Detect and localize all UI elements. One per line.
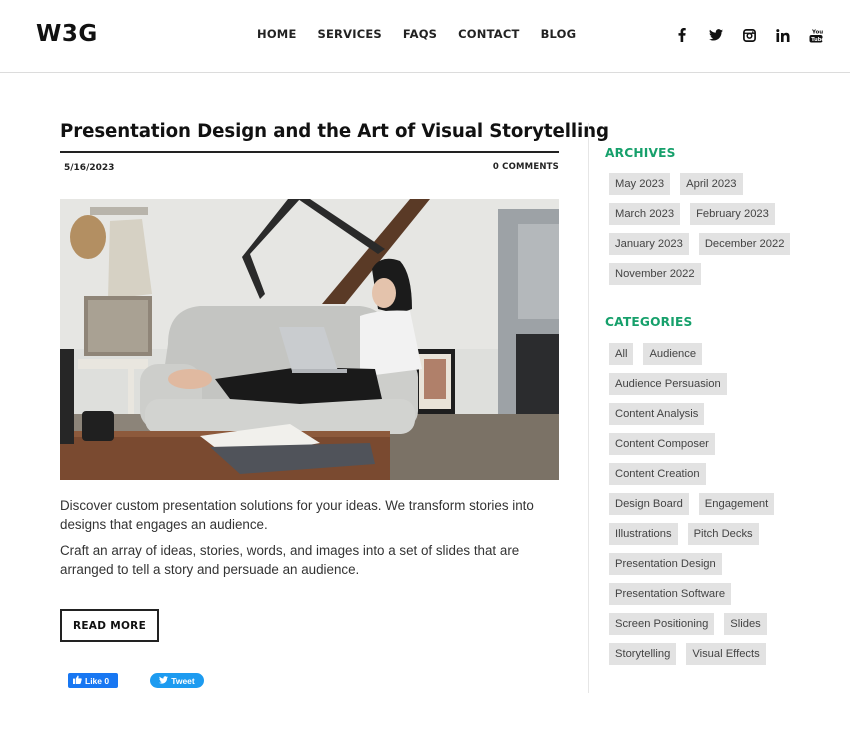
social-links: YouTube bbox=[672, 25, 840, 45]
category-link-content-creation[interactable]: Content Creation bbox=[609, 463, 706, 485]
excerpt-paragraph: Craft an array of ideas, stories, words,… bbox=[60, 543, 520, 577]
category-link-all[interactable]: All bbox=[609, 343, 634, 365]
archive-link-february-2023[interactable]: February 2023 bbox=[690, 203, 775, 225]
twitter-bird-icon bbox=[159, 675, 169, 686]
excerpt-paragraph: Discover custom presentation solutions f… bbox=[60, 498, 534, 532]
svg-text:Tube: Tube bbox=[811, 36, 823, 42]
category-link-content-composer[interactable]: Content Composer bbox=[609, 433, 715, 455]
nav-home[interactable]: HOME bbox=[257, 27, 297, 41]
category-link-illustrations[interactable]: Illustrations bbox=[609, 523, 678, 545]
comments-link[interactable]: 0 COMMENTS bbox=[493, 162, 559, 172]
category-link-design-board[interactable]: Design Board bbox=[609, 493, 689, 515]
read-more-button[interactable]: READ MORE bbox=[60, 609, 159, 642]
archives-list: May 2023 April 2023 March 2023 February 202… bbox=[609, 173, 809, 285]
category-link-screen-positioning[interactable]: Screen Positioning bbox=[609, 613, 715, 635]
post-hero-image[interactable] bbox=[60, 199, 559, 480]
category-link-presentation-software[interactable]: Presentation Software bbox=[609, 583, 732, 605]
archive-link-january-2023[interactable]: January 2023 bbox=[609, 233, 689, 255]
tweet-button[interactable]: Tweet bbox=[150, 673, 204, 688]
categories-list: All Audience Audience Persuasion Content An… bbox=[609, 343, 794, 665]
thumbs-up-icon bbox=[73, 675, 82, 686]
nav-contact[interactable]: CONTACT bbox=[458, 27, 519, 41]
category-link-audience-persuasion[interactable]: Audience Persuasion bbox=[609, 373, 727, 395]
category-link-visual-effects[interactable]: Visual Effects bbox=[686, 643, 766, 665]
sidebar-divider bbox=[588, 123, 589, 693]
post-date: 5/16/2023 bbox=[64, 163, 115, 173]
instagram-icon[interactable] bbox=[739, 25, 759, 45]
facebook-icon[interactable] bbox=[672, 25, 692, 45]
post-excerpt: Discover custom presentation solutions f… bbox=[60, 496, 570, 586]
archive-link-december-2022[interactable]: December 2022 bbox=[698, 233, 791, 255]
nav-faqs[interactable]: FAQS bbox=[403, 27, 437, 41]
hero-illustration bbox=[60, 199, 559, 480]
like-label: Like 0 bbox=[85, 675, 110, 686]
svg-text:You: You bbox=[811, 29, 823, 35]
nav-blog[interactable]: BLOG bbox=[541, 27, 577, 41]
site-header: W3G HOME SERVICES FAQS CONTACT BLOG You T… bbox=[0, 0, 850, 73]
archives-heading: ARCHIVES bbox=[605, 146, 676, 160]
archive-link-april-2023[interactable]: April 2023 bbox=[680, 173, 743, 195]
category-link-content-analysis[interactable]: Content Analysis bbox=[609, 403, 705, 425]
archive-link-may-2023[interactable]: May 2023 bbox=[609, 173, 671, 195]
twitter-icon[interactable] bbox=[706, 25, 726, 45]
archive-link-march-2023[interactable]: March 2023 bbox=[609, 203, 681, 225]
post-title[interactable]: Presentation Design and the Art of Visua… bbox=[60, 121, 609, 142]
nav-services[interactable]: SERVICES bbox=[318, 27, 382, 41]
category-link-engagement[interactable]: Engagement bbox=[698, 493, 775, 515]
youtube-icon[interactable]: YouTube bbox=[806, 25, 826, 45]
linkedin-icon[interactable] bbox=[773, 25, 793, 45]
tweet-label: Tweet bbox=[171, 675, 195, 686]
category-link-pitch-decks[interactable]: Pitch Decks bbox=[687, 523, 759, 545]
category-link-presentation-design[interactable]: Presentation Design bbox=[609, 553, 722, 575]
category-link-storytelling[interactable]: Storytelling bbox=[609, 643, 677, 665]
title-divider bbox=[60, 151, 559, 153]
category-link-slides[interactable]: Slides bbox=[724, 613, 767, 635]
archive-link-november-2022[interactable]: November 2022 bbox=[609, 263, 701, 285]
logo[interactable]: W3G bbox=[36, 21, 98, 47]
categories-heading: CATEGORIES bbox=[605, 315, 693, 329]
main-nav: HOME SERVICES FAQS CONTACT BLOG bbox=[257, 27, 597, 41]
category-link-audience[interactable]: Audience bbox=[643, 343, 703, 365]
facebook-like-button[interactable]: Like 0 bbox=[68, 673, 118, 688]
